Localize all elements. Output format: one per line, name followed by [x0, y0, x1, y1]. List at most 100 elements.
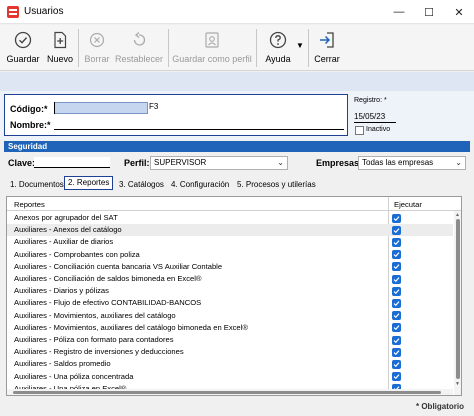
empresas-select[interactable]: Todas las empresas ⌄: [358, 156, 466, 170]
report-name: Auxiliares - Flujo de efectivo CONTABILI…: [14, 298, 202, 308]
report-name: Auxiliares - Diarios y pólizas: [14, 286, 109, 296]
table-row[interactable]: Auxiliares - Registro de inversiones y d…: [7, 346, 453, 358]
report-name: Auxiliares - Registro de inversiones y d…: [14, 347, 184, 357]
ejecutar-checkbox[interactable]: [392, 347, 401, 357]
scroll-down-icon[interactable]: ▼: [455, 381, 460, 387]
registro-label: Registro: *: [354, 97, 387, 104]
vertical-scroll-thumb[interactable]: [456, 219, 460, 379]
ejecutar-checkbox[interactable]: [392, 323, 401, 333]
table-row[interactable]: Auxiliares - Movimientos, auxiliares del…: [7, 310, 453, 322]
col-reportes-header[interactable]: Reportes: [14, 200, 45, 209]
checkmark-icon: [393, 362, 400, 368]
guardar-perfil-label: Guardar como perfil: [172, 54, 252, 64]
checkmark-icon: [393, 264, 400, 270]
checkmark-icon: [393, 288, 400, 294]
table-row[interactable]: Auxiliares - Conciliación cuenta bancari…: [7, 261, 453, 273]
checkmark-icon: [393, 349, 400, 355]
tab-procesos[interactable]: 5. Procesos y utilerías: [237, 179, 316, 193]
guardar-perfil-button[interactable]: Guardar como perfil: [172, 29, 252, 67]
ejecutar-checkbox[interactable]: [392, 298, 401, 308]
ejecutar-checkbox[interactable]: [392, 262, 401, 272]
table-row[interactable]: Auxiliares - Comprobantes con poliza: [7, 249, 453, 261]
registro-date-field[interactable]: 15/05/23: [354, 112, 396, 123]
inactivo-checkbox[interactable]: [355, 126, 364, 135]
checkmark-icon: [393, 240, 400, 246]
report-name: Auxiliares - Auxiliar de diarios: [14, 237, 114, 247]
ejecutar-checkbox[interactable]: [392, 286, 401, 296]
table-row[interactable]: Auxiliares - Auxiliar de diarios: [7, 236, 453, 248]
ejecutar-checkbox[interactable]: [392, 250, 401, 260]
ejecutar-checkbox[interactable]: [392, 237, 401, 247]
perfil-select[interactable]: SUPERVISOR ⌄: [150, 156, 288, 170]
codigo-input[interactable]: [54, 102, 148, 114]
nuevo-button[interactable]: Nuevo: [45, 29, 75, 67]
toolbar-separator: [256, 29, 257, 67]
table-row[interactable]: Auxiliares - Una póliza concentrada: [7, 371, 453, 383]
nombre-label: Nombre:*: [10, 120, 51, 130]
perfil-value: SUPERVISOR: [154, 158, 207, 167]
guardar-label: Guardar: [6, 54, 40, 64]
table-row[interactable]: Auxiliares - Diarios y pólizas: [7, 285, 453, 297]
ayuda-label: Ayuda: [265, 54, 291, 64]
checkmark-icon: [393, 252, 400, 258]
table-row[interactable]: Auxiliares - Anexos del catálogo: [7, 224, 453, 237]
save-profile-icon: [205, 32, 219, 48]
clave-label: Clave:: [8, 158, 36, 168]
report-name: Auxiliares - Una póliza concentrada: [14, 371, 134, 381]
report-name: Auxiliares - Comprobantes con poliza: [14, 249, 140, 259]
inactivo-label: Inactivo: [366, 126, 391, 133]
ejecutar-checkbox[interactable]: [392, 225, 401, 235]
tab-catalogos[interactable]: 3. Catálogos: [119, 179, 164, 193]
tab-configuracion[interactable]: 4. Configuración: [171, 179, 229, 193]
app-icon: [6, 5, 20, 19]
report-name: Anexos por agrupador del SAT: [14, 213, 118, 222]
checkmark-icon: [393, 313, 400, 319]
checkmark-icon: [393, 301, 400, 307]
table-row[interactable]: Auxiliares - Póliza con formato para con…: [7, 334, 453, 346]
minimize-button[interactable]: —: [384, 0, 414, 24]
ejecutar-checkbox[interactable]: [392, 359, 401, 369]
table-row[interactable]: Auxiliares - Movimientos, auxiliares del…: [7, 322, 453, 334]
header-band: [0, 72, 474, 91]
report-name: Auxiliares - Saldos promedio: [14, 359, 111, 369]
tab-documentos[interactable]: 1. Documentos: [10, 179, 64, 193]
ayuda-button[interactable]: Ayuda: [262, 29, 294, 67]
horizontal-scroll-thumb[interactable]: [13, 391, 441, 394]
exit-door-icon: [320, 32, 334, 48]
chevron-down-icon: ⌄: [277, 158, 284, 167]
nuevo-label: Nuevo: [46, 54, 73, 64]
table-row[interactable]: Auxiliares - Conciliación de saldos bimo…: [7, 273, 453, 285]
empresas-value: Todas las empresas: [362, 158, 434, 167]
seguridad-header: Seguridad: [4, 141, 470, 152]
table-row[interactable]: Auxiliares - Flujo de efectivo CONTABILI…: [7, 297, 453, 309]
tab-reportes[interactable]: 2. Reportes: [64, 176, 114, 190]
close-window-button[interactable]: ✕: [444, 0, 474, 24]
chevron-down-icon: ⌄: [455, 158, 462, 167]
toolbar-separator: [168, 29, 169, 67]
ejecutar-checkbox[interactable]: [392, 372, 401, 382]
checkmark-icon: [393, 215, 400, 221]
codigo-label: Código:*: [10, 104, 48, 114]
toolbar-separator: [78, 29, 79, 67]
table-row[interactable]: Auxiliares - Saldos promedio: [7, 358, 453, 370]
ejecutar-checkbox[interactable]: [392, 335, 401, 345]
guardar-button[interactable]: Guardar: [6, 29, 40, 67]
scroll-up-icon[interactable]: ▲: [455, 212, 460, 218]
ayuda-dropdown-arrow-icon[interactable]: ▼: [296, 41, 304, 50]
ejecutar-checkbox[interactable]: [392, 274, 401, 284]
ejecutar-checkbox[interactable]: [392, 311, 401, 321]
report-name: Auxiliares - Movimientos, auxiliares del…: [14, 322, 248, 332]
ejecutar-checkbox[interactable]: [392, 213, 401, 223]
col-ejecutar-header[interactable]: Ejecutar: [394, 200, 422, 209]
table-row[interactable]: Anexos por agrupador del SAT: [7, 212, 453, 224]
obligatorio-note: * Obligatorio: [416, 402, 464, 411]
cerrar-button[interactable]: Cerrar: [312, 29, 342, 67]
reportes-grid: Reportes Ejecutar Anexos por agrupador d…: [6, 196, 462, 396]
restablecer-button[interactable]: Restablecer: [114, 29, 164, 67]
maximize-button[interactable]: ☐: [414, 0, 444, 24]
nombre-input[interactable]: [54, 118, 344, 130]
borrar-button[interactable]: Borrar: [82, 29, 112, 67]
clave-input[interactable]: [34, 157, 110, 168]
report-name: Auxiliares - Movimientos, auxiliares del…: [14, 310, 176, 320]
delete-icon: [89, 32, 105, 48]
